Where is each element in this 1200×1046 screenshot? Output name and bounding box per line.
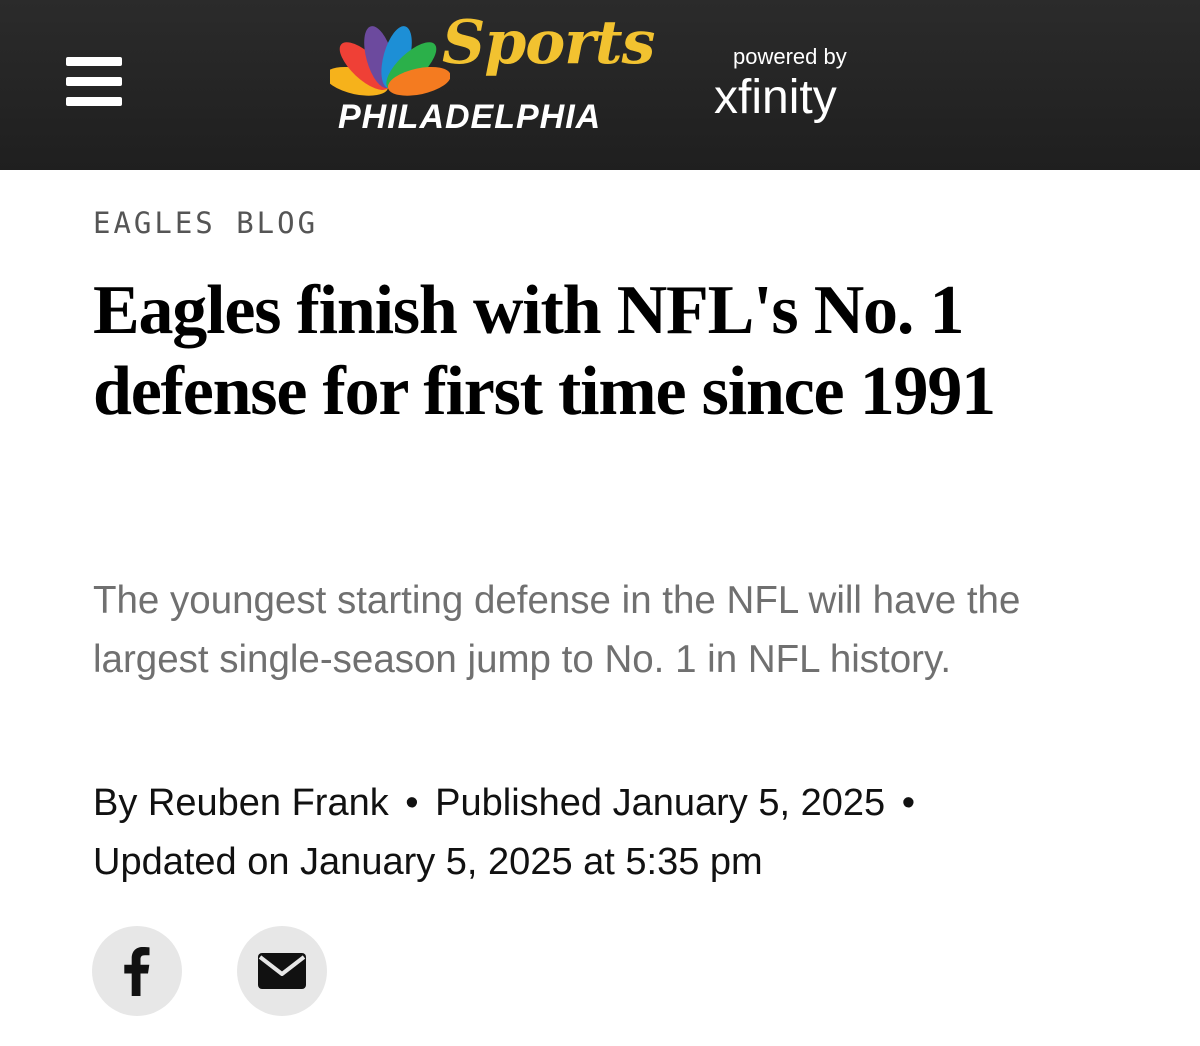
envelope-icon	[258, 953, 306, 989]
byline-separator: •	[901, 782, 916, 824]
menu-bar	[66, 97, 122, 106]
nbc-sports-philadelphia-logo[interactable]: Sports PHILADELPHIA	[330, 8, 710, 144]
article-headline: Eagles finish with NFL's No. 1 defense f…	[93, 272, 996, 430]
facebook-icon	[124, 947, 150, 996]
xfinity-logo[interactable]: xfinity	[714, 70, 837, 125]
nbc-peacock-icon	[330, 26, 450, 96]
byline-prefix: By	[93, 782, 148, 824]
logo-wordmark-city: PHILADELPHIA	[338, 98, 602, 136]
byline: By Reuben Frank • Published January 5, 2…	[93, 774, 1153, 892]
site-header: Sports PHILADELPHIA powered by xfinity	[0, 0, 1200, 170]
email-share-button[interactable]	[237, 926, 327, 1016]
article-subheadline: The youngest starting defense in the NFL…	[93, 579, 1021, 681]
powered-by-label: powered by	[733, 44, 847, 69]
updated-date: Updated on January 5, 2025 at 5:35 pm	[93, 841, 763, 883]
logo-wordmark-sports: Sports	[442, 8, 655, 78]
menu-bar	[66, 77, 122, 86]
byline-separator: •	[405, 782, 419, 824]
menu-bar	[66, 57, 122, 66]
hamburger-menu-button[interactable]	[66, 55, 122, 107]
published-date: Published January 5, 2025	[435, 782, 886, 824]
category-link[interactable]: EAGLES BLOG	[93, 206, 318, 240]
author-link[interactable]: Reuben Frank	[148, 782, 389, 824]
facebook-share-button[interactable]	[92, 926, 182, 1016]
